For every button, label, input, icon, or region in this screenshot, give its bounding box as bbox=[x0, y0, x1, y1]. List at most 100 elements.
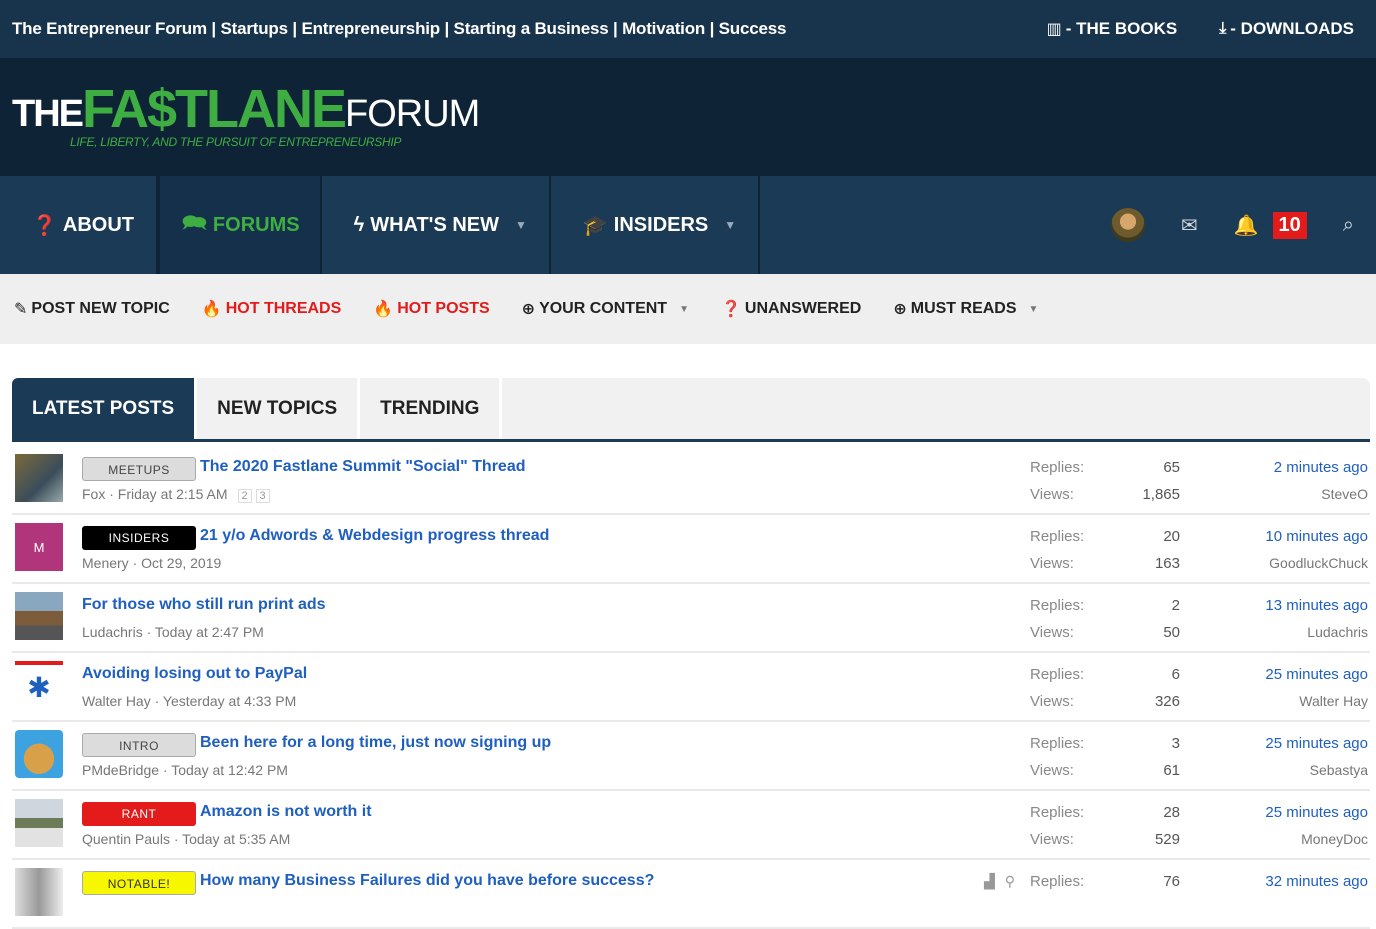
thread-row[interactable]: NOTABLE! How many Business Failures did … bbox=[12, 860, 1370, 929]
thread-prefix[interactable]: INTRO bbox=[82, 733, 196, 757]
tab-latest-posts[interactable]: LATEST POSTS bbox=[12, 378, 198, 439]
last-poster[interactable]: SteveO bbox=[1321, 486, 1368, 502]
thread-meta: Walter Hay · Yesterday at 4:33 PM bbox=[82, 693, 296, 709]
thread-author[interactable]: Ludachris · Today at 2:47 PM bbox=[82, 624, 264, 640]
your-content-label: YOUR CONTENT bbox=[539, 300, 668, 317]
last-post-time[interactable]: 32 minutes ago bbox=[1265, 873, 1368, 890]
thread-title[interactable]: For those who still run print ads bbox=[82, 596, 326, 614]
views-label: Views: bbox=[1030, 831, 1074, 848]
downloads-link[interactable]: ⤓ - DOWNLOADS bbox=[1219, 19, 1354, 39]
search-icon[interactable]: ⌕ bbox=[1343, 214, 1354, 237]
thread-avatar[interactable] bbox=[15, 454, 63, 502]
replies-label: Replies: bbox=[1030, 666, 1085, 683]
thread-row[interactable]: INTRO Been here for a long time, just no… bbox=[12, 722, 1370, 791]
nav-about-label: ABOUT bbox=[62, 213, 135, 236]
thread-prefix[interactable]: INSIDERS bbox=[82, 526, 196, 550]
thread-author[interactable]: Walter Hay · Yesterday at 4:33 PM bbox=[82, 693, 296, 709]
last-post-time[interactable]: 2 minutes ago bbox=[1274, 459, 1368, 476]
last-post-time[interactable]: 10 minutes ago bbox=[1265, 528, 1368, 545]
nav-insiders[interactable]: 🎓 INSIDERS ▼ bbox=[551, 176, 761, 274]
thread-title[interactable]: How many Business Failures did you have … bbox=[200, 872, 654, 890]
hot-threads-link[interactable]: 🔥 HOT THREADS bbox=[202, 299, 341, 319]
last-post-time[interactable]: 25 minutes ago bbox=[1265, 666, 1368, 683]
replies-count: 2 bbox=[1171, 597, 1180, 614]
last-poster[interactable]: GoodluckChuck bbox=[1269, 555, 1368, 571]
thread-author[interactable]: PMdeBridge · Today at 12:42 PM bbox=[82, 762, 288, 778]
thread-title[interactable]: Been here for a long time, just now sign… bbox=[200, 734, 551, 752]
chevron-down-icon[interactable]: ▼ bbox=[1029, 304, 1039, 315]
thread-author[interactable]: Fox · Friday at 2:15 AM bbox=[82, 486, 228, 503]
unanswered-link[interactable]: ❓ UNANSWERED bbox=[721, 299, 861, 319]
views-count: 50 bbox=[1163, 624, 1180, 641]
books-icon: ▥ bbox=[1046, 21, 1062, 38]
bell-icon[interactable]: 🔔 bbox=[1234, 213, 1259, 238]
post-new-topic-label: POST NEW TOPIC bbox=[31, 300, 170, 317]
nav-about[interactable]: ❓ ABOUT bbox=[0, 176, 159, 274]
page-link[interactable]: 3 bbox=[255, 489, 270, 503]
thread-avatar[interactable] bbox=[15, 730, 63, 778]
logo-wordmark: THE FA$TLANE FORUM bbox=[12, 78, 480, 139]
page-link[interactable]: 2 bbox=[237, 489, 252, 503]
thread-avatar[interactable] bbox=[15, 592, 63, 640]
site-logo[interactable]: THE FA$TLANE FORUM LIFE, LIBERTY, AND TH… bbox=[12, 78, 480, 149]
question-circle-icon: ❓ bbox=[720, 301, 741, 318]
views-count: 529 bbox=[1154, 831, 1180, 848]
thread-title[interactable]: Avoiding losing out to PayPal bbox=[82, 665, 307, 683]
user-avatar[interactable] bbox=[1110, 208, 1145, 242]
last-post-time[interactable]: 25 minutes ago bbox=[1265, 804, 1368, 821]
last-poster[interactable]: Sebastya bbox=[1310, 762, 1368, 778]
views-label: Views: bbox=[1030, 693, 1074, 710]
chevron-down-icon[interactable]: ▼ bbox=[724, 218, 736, 232]
chevron-down-icon[interactable]: ▼ bbox=[515, 218, 527, 232]
last-poster[interactable]: Ludachris bbox=[1307, 624, 1368, 640]
thread-row[interactable]: MEETUPS The 2020 Fastlane Summit "Social… bbox=[12, 446, 1370, 515]
thread-row[interactable]: For those who still run print ads Ludach… bbox=[12, 584, 1370, 653]
thread-author[interactable]: Quentin Pauls · Today at 5:35 AM bbox=[82, 831, 290, 847]
thread-row[interactable]: RANT Amazon is not worth it Quentin Paul… bbox=[12, 791, 1370, 860]
top-bar: The Entrepreneur Forum | Startups | Entr… bbox=[0, 0, 1376, 58]
thread-meta: Ludachris · Today at 2:47 PM bbox=[82, 624, 264, 640]
hot-threads-label: HOT THREADS bbox=[225, 300, 342, 317]
thread-title[interactable]: The 2020 Fastlane Summit "Social" Thread bbox=[200, 458, 526, 476]
last-post-time[interactable]: 13 minutes ago bbox=[1265, 597, 1368, 614]
thread-avatar[interactable]: M bbox=[15, 523, 63, 571]
replies-count: 76 bbox=[1163, 873, 1180, 890]
top-links: ▥ - THE BOOKS ⤓ - DOWNLOADS bbox=[1047, 19, 1354, 39]
alerts-badge[interactable]: 10 bbox=[1272, 211, 1307, 239]
nav-whats-new[interactable]: ϟ WHAT'S NEW ▼ bbox=[322, 176, 551, 274]
last-poster[interactable]: MoneyDoc bbox=[1301, 831, 1368, 847]
thread-author[interactable]: Menery · Oct 29, 2019 bbox=[82, 555, 221, 571]
tab-new-topics[interactable]: NEW TOPICS bbox=[197, 378, 361, 439]
views-count: 163 bbox=[1154, 555, 1180, 572]
chevron-down-icon[interactable]: ▼ bbox=[679, 304, 689, 315]
secondary-nav: ✎ POST NEW TOPIC 🔥 HOT THREADS 🔥 HOT POSTS … bbox=[0, 274, 1376, 344]
your-content-link[interactable]: ⊕ YOUR CONTENT ▼ bbox=[522, 299, 689, 319]
thread-row[interactable]: ✱ Avoiding losing out to PayPal Walter H… bbox=[12, 653, 1370, 722]
tab-trending[interactable]: TRENDING bbox=[360, 378, 503, 439]
pin-icon: ⚲ bbox=[1004, 873, 1026, 889]
envelope-icon[interactable]: ✉ bbox=[1181, 213, 1198, 238]
thread-prefix[interactable]: RANT bbox=[82, 802, 196, 826]
views-count: 61 bbox=[1163, 762, 1180, 779]
logo-fastlane: FA$TLANE bbox=[82, 78, 347, 139]
thread-prefix[interactable]: MEETUPS bbox=[82, 457, 196, 481]
thread-avatar[interactable] bbox=[15, 868, 63, 916]
replies-count: 20 bbox=[1163, 528, 1180, 545]
the-books-link[interactable]: ▥ - THE BOOKS bbox=[1047, 19, 1178, 39]
thread-avatar[interactable] bbox=[15, 799, 63, 847]
thread-title[interactable]: Amazon is not worth it bbox=[200, 803, 372, 821]
nav-forums-label: FORUMS bbox=[212, 213, 300, 236]
plus-circle-icon: ⊕ bbox=[521, 301, 536, 318]
main-nav: ❓ ABOUT 🗪 FORUMS ϟ WHAT'S NEW ▼ 🎓 INSIDE… bbox=[0, 176, 1376, 274]
hot-posts-link[interactable]: 🔥 HOT POSTS bbox=[373, 299, 489, 319]
thread-row[interactable]: M INSIDERS 21 y/o Adwords & Webdesign pr… bbox=[12, 515, 1370, 584]
last-poster[interactable]: Walter Hay bbox=[1299, 693, 1368, 709]
thread-meta: PMdeBridge · Today at 12:42 PM bbox=[82, 762, 288, 778]
thread-avatar[interactable]: ✱ bbox=[15, 661, 63, 709]
last-post-time[interactable]: 25 minutes ago bbox=[1265, 735, 1368, 752]
nav-forums[interactable]: 🗪 FORUMS bbox=[158, 176, 322, 274]
thread-title[interactable]: 21 y/o Adwords & Webdesign progress thre… bbox=[200, 527, 549, 545]
post-new-topic-link[interactable]: ✎ POST NEW TOPIC bbox=[14, 299, 170, 319]
must-reads-link[interactable]: ⊕ MUST READS ▼ bbox=[893, 299, 1038, 319]
thread-prefix[interactable]: NOTABLE! bbox=[82, 871, 196, 895]
